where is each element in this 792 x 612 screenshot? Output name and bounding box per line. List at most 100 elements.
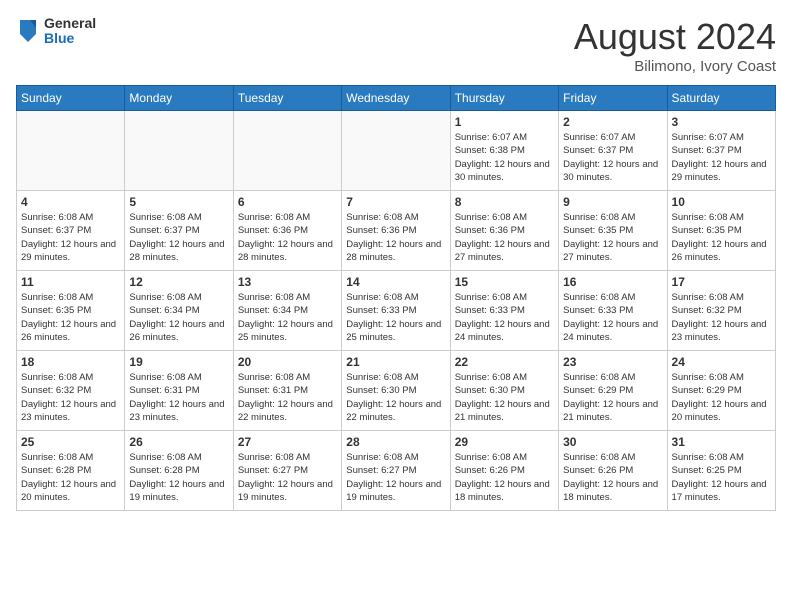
day-info: Sunrise: 6:08 AMSunset: 6:35 PMDaylight:…	[21, 291, 120, 344]
day-number: 3	[672, 115, 771, 129]
header-thursday: Thursday	[450, 86, 558, 111]
day-info: Sunrise: 6:08 AMSunset: 6:28 PMDaylight:…	[21, 451, 120, 504]
table-row: 4 Sunrise: 6:08 AMSunset: 6:37 PMDaylight…	[17, 191, 125, 271]
day-number: 24	[672, 355, 771, 369]
header-sunday: Sunday	[17, 86, 125, 111]
logo: General Blue	[16, 16, 96, 47]
day-info: Sunrise: 6:08 AMSunset: 6:37 PMDaylight:…	[21, 211, 120, 264]
table-row	[342, 111, 450, 191]
table-row: 31Sunrise: 6:08 AMSunset: 6:25 PMDayligh…	[667, 431, 775, 511]
day-info: Sunrise: 6:08 AMSunset: 6:32 PMDaylight:…	[672, 291, 771, 344]
day-number: 19	[129, 355, 228, 369]
day-info: Sunrise: 6:08 AMSunset: 6:35 PMDaylight:…	[563, 211, 662, 264]
table-row: 19 Sunrise: 6:08 AMSunset: 6:31 PMDayligh…	[125, 351, 233, 431]
day-info: Sunrise: 6:08 AMSunset: 6:35 PMDaylight:…	[672, 211, 771, 264]
table-row	[17, 111, 125, 191]
table-row: 27 Sunrise: 6:08 AMSunset: 6:27 PMDayligh…	[233, 431, 341, 511]
day-number: 14	[346, 275, 445, 289]
day-info: Sunrise: 6:07 AMSunset: 6:37 PMDaylight:…	[563, 131, 662, 184]
table-row: 16 Sunrise: 6:08 AMSunset: 6:33 PMDayligh…	[559, 271, 667, 351]
logo-icon	[16, 16, 40, 46]
day-info: Sunrise: 6:08 AMSunset: 6:36 PMDaylight:…	[346, 211, 445, 264]
table-row: 18Sunrise: 6:08 AMSunset: 6:32 PMDayligh…	[17, 351, 125, 431]
day-number: 4	[21, 195, 120, 209]
header-friday: Friday	[559, 86, 667, 111]
day-info: Sunrise: 6:07 AMSunset: 6:38 PMDaylight:…	[455, 131, 554, 184]
calendar-week-row: 25 Sunrise: 6:08 AMSunset: 6:28 PMDayligh…	[17, 431, 776, 511]
day-info: Sunrise: 6:08 AMSunset: 6:32 PMDaylight:…	[21, 371, 120, 424]
header-wednesday: Wednesday	[342, 86, 450, 111]
day-number: 17	[672, 275, 771, 289]
day-number: 28	[346, 435, 445, 449]
table-row: 29Sunrise: 6:08 AMSunset: 6:26 PMDayligh…	[450, 431, 558, 511]
header-tuesday: Tuesday	[233, 86, 341, 111]
calendar-week-row: 4 Sunrise: 6:08 AMSunset: 6:37 PMDaylight…	[17, 191, 776, 271]
table-row: 30 Sunrise: 6:08 AMSunset: 6:26 PMDayligh…	[559, 431, 667, 511]
day-number: 30	[563, 435, 662, 449]
day-number: 6	[238, 195, 337, 209]
table-row: 13 Sunrise: 6:08 AMSunset: 6:34 PMDayligh…	[233, 271, 341, 351]
day-info: Sunrise: 6:08 AMSunset: 6:36 PMDaylight:…	[238, 211, 337, 264]
table-row: 21Sunrise: 6:08 AMSunset: 6:30 PMDayligh…	[342, 351, 450, 431]
day-number: 11	[21, 275, 120, 289]
day-number: 9	[563, 195, 662, 209]
day-number: 25	[21, 435, 120, 449]
table-row: 15 Sunrise: 6:08 AMSunset: 6:33 PMDayligh…	[450, 271, 558, 351]
day-info: Sunrise: 6:08 AMSunset: 6:29 PMDaylight:…	[672, 371, 771, 424]
day-info: Sunrise: 6:08 AMSunset: 6:27 PMDaylight:…	[238, 451, 337, 504]
table-row: 20Sunrise: 6:08 AMSunset: 6:31 PMDayligh…	[233, 351, 341, 431]
day-number: 15	[455, 275, 554, 289]
table-row: 22 Sunrise: 6:08 AMSunset: 6:30 PMDayligh…	[450, 351, 558, 431]
header-monday: Monday	[125, 86, 233, 111]
day-number: 1	[455, 115, 554, 129]
header-saturday: Saturday	[667, 86, 775, 111]
day-number: 27	[238, 435, 337, 449]
logo-text: General Blue	[44, 16, 96, 47]
day-number: 31	[672, 435, 771, 449]
day-info: Sunrise: 6:08 AMSunset: 6:33 PMDaylight:…	[346, 291, 445, 344]
calendar-week-row: 1 Sunrise: 6:07 AMSunset: 6:38 PMDaylight…	[17, 111, 776, 191]
day-info: Sunrise: 6:08 AMSunset: 6:36 PMDaylight:…	[455, 211, 554, 264]
day-number: 16	[563, 275, 662, 289]
day-info: Sunrise: 6:08 AMSunset: 6:37 PMDaylight:…	[129, 211, 228, 264]
day-info: Sunrise: 6:08 AMSunset: 6:30 PMDaylight:…	[346, 371, 445, 424]
table-row: 28 Sunrise: 6:08 AMSunset: 6:27 PMDayligh…	[342, 431, 450, 511]
day-info: Sunrise: 6:07 AMSunset: 6:37 PMDaylight:…	[672, 131, 771, 184]
day-number: 5	[129, 195, 228, 209]
day-number: 8	[455, 195, 554, 209]
day-number: 22	[455, 355, 554, 369]
table-row: 5 Sunrise: 6:08 AMSunset: 6:37 PMDaylight…	[125, 191, 233, 271]
day-number: 7	[346, 195, 445, 209]
day-info: Sunrise: 6:08 AMSunset: 6:30 PMDaylight:…	[455, 371, 554, 424]
day-number: 26	[129, 435, 228, 449]
day-info: Sunrise: 6:08 AMSunset: 6:33 PMDaylight:…	[563, 291, 662, 344]
day-info: Sunrise: 6:08 AMSunset: 6:26 PMDaylight:…	[563, 451, 662, 504]
table-row: 2Sunrise: 6:07 AMSunset: 6:37 PMDaylight…	[559, 111, 667, 191]
day-number: 12	[129, 275, 228, 289]
day-number: 13	[238, 275, 337, 289]
table-row: 3 Sunrise: 6:07 AMSunset: 6:37 PMDaylight…	[667, 111, 775, 191]
table-row: 1 Sunrise: 6:07 AMSunset: 6:38 PMDaylight…	[450, 111, 558, 191]
calendar-week-row: 11 Sunrise: 6:08 AMSunset: 6:35 PMDayligh…	[17, 271, 776, 351]
calendar-header-row: Sunday Monday Tuesday Wednesday Thursday…	[17, 86, 776, 111]
day-info: Sunrise: 6:08 AMSunset: 6:31 PMDaylight:…	[129, 371, 228, 424]
calendar-table: Sunday Monday Tuesday Wednesday Thursday…	[16, 85, 776, 511]
month-year-title: August 2024	[574, 16, 776, 58]
calendar-week-row: 18Sunrise: 6:08 AMSunset: 6:32 PMDayligh…	[17, 351, 776, 431]
logo-general: General	[44, 16, 96, 31]
table-row: 14 Sunrise: 6:08 AMSunset: 6:33 PMDayligh…	[342, 271, 450, 351]
table-row: 9 Sunrise: 6:08 AMSunset: 6:35 PMDaylight…	[559, 191, 667, 271]
day-info: Sunrise: 6:08 AMSunset: 6:29 PMDaylight:…	[563, 371, 662, 424]
table-row: 6 Sunrise: 6:08 AMSunset: 6:36 PMDaylight…	[233, 191, 341, 271]
table-row: 23 Sunrise: 6:08 AMSunset: 6:29 PMDayligh…	[559, 351, 667, 431]
day-info: Sunrise: 6:08 AMSunset: 6:27 PMDaylight:…	[346, 451, 445, 504]
table-row: 24 Sunrise: 6:08 AMSunset: 6:29 PMDayligh…	[667, 351, 775, 431]
day-info: Sunrise: 6:08 AMSunset: 6:33 PMDaylight:…	[455, 291, 554, 344]
day-info: Sunrise: 6:08 AMSunset: 6:28 PMDaylight:…	[129, 451, 228, 504]
day-number: 20	[238, 355, 337, 369]
table-row: 12Sunrise: 6:08 AMSunset: 6:34 PMDayligh…	[125, 271, 233, 351]
table-row: 17 Sunrise: 6:08 AMSunset: 6:32 PMDayligh…	[667, 271, 775, 351]
table-row: 25 Sunrise: 6:08 AMSunset: 6:28 PMDayligh…	[17, 431, 125, 511]
day-number: 23	[563, 355, 662, 369]
day-info: Sunrise: 6:08 AMSunset: 6:34 PMDaylight:…	[238, 291, 337, 344]
